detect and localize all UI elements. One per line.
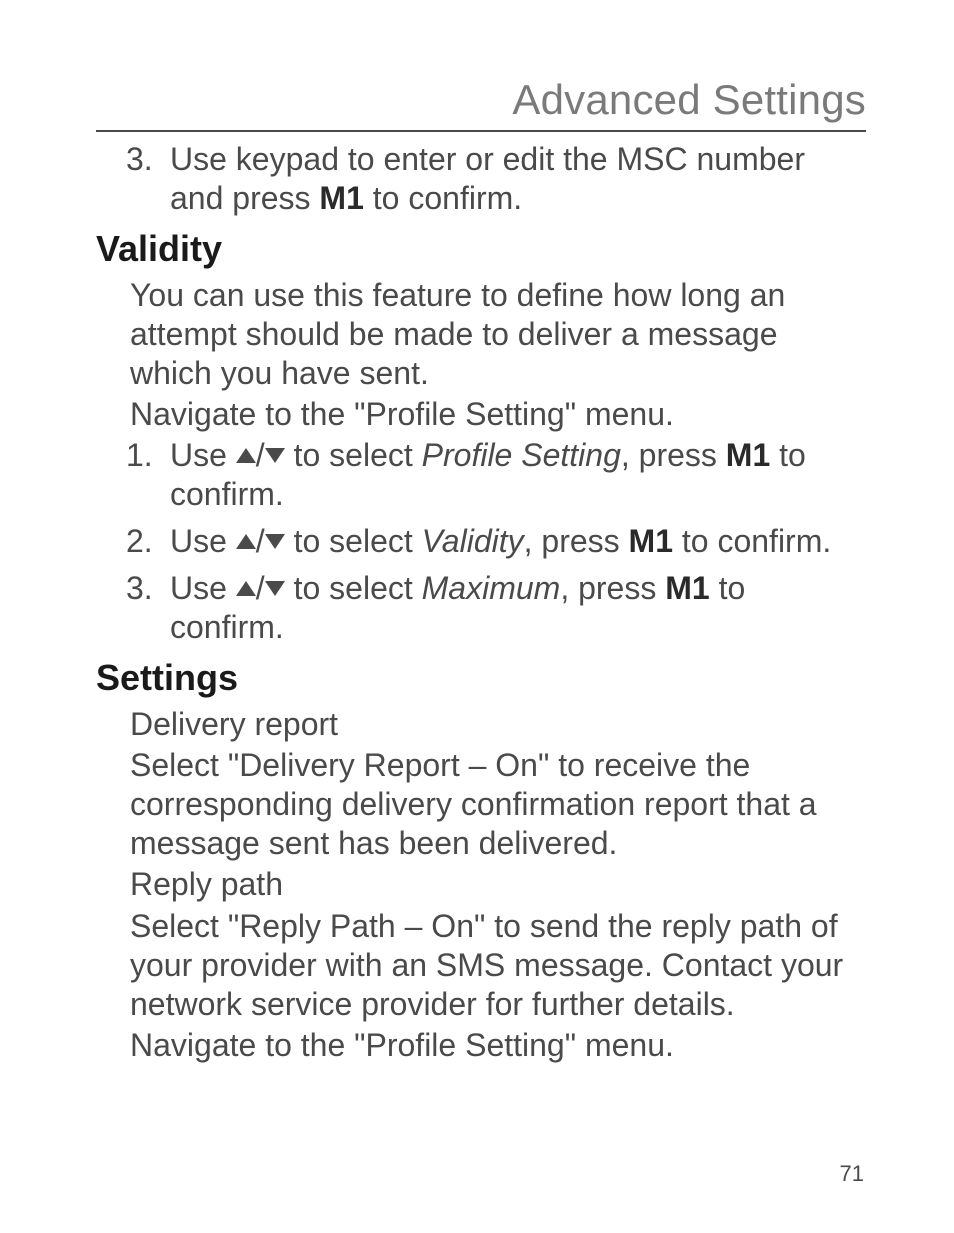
divider [96, 130, 866, 132]
key-m1: M1 [665, 570, 709, 606]
step-number: 2. [96, 522, 170, 561]
settings-sub2: Reply path [130, 865, 866, 904]
key-m1: M1 [319, 180, 363, 216]
step-text: Use / to select Maximum, press M1 to con… [170, 569, 866, 647]
text: , press [621, 437, 726, 473]
text: to select [285, 570, 422, 606]
chapter-row: Advanced Settings [96, 76, 866, 130]
validity-nav: Navigate to the "Profile Setting" menu. [130, 395, 866, 434]
down-arrow-icon [265, 448, 285, 463]
text: Use [170, 570, 236, 606]
up-arrow-icon [236, 448, 256, 463]
settings-body3: Navigate to the "Profile Setting" menu. [130, 1026, 866, 1065]
step-number: 3. [96, 569, 170, 647]
menu-name: Maximum [422, 570, 561, 606]
up-arrow-icon [236, 534, 256, 549]
text: , press [560, 570, 665, 606]
settings-body1: Select "Delivery Report – On" to receive… [130, 746, 866, 863]
down-arrow-icon [265, 581, 285, 596]
validity-step-1: 1. Use / to select Profile Setting, pres… [96, 436, 866, 514]
validity-step-3: 3. Use / to select Maximum, press M1 to … [96, 569, 866, 647]
menu-name: Validity [422, 523, 524, 559]
heading-validity: Validity [96, 228, 866, 270]
validity-body: You can use this feature to define how l… [130, 276, 866, 393]
settings-sub1: Delivery report [130, 705, 866, 744]
key-m1: M1 [726, 437, 770, 473]
key-m1: M1 [629, 523, 673, 559]
intro-step: 3. Use keypad to enter or edit the MSC n… [96, 140, 866, 218]
text: to select [285, 523, 422, 559]
heading-settings: Settings [96, 657, 866, 699]
step-text: Use / to select Profile Setting, press M… [170, 436, 866, 514]
text: , press [524, 523, 629, 559]
text: Use [170, 437, 236, 473]
page: Advanced Settings 3. Use keypad to enter… [0, 0, 954, 1233]
settings-body2: Select "Reply Path – On" to send the rep… [130, 907, 866, 1024]
step-text: Use / to select Validity, press M1 to co… [170, 522, 866, 561]
step-text: Use keypad to enter or edit the MSC numb… [170, 140, 866, 218]
up-arrow-icon [236, 581, 256, 596]
text: to confirm. [364, 180, 522, 216]
step-number: 1. [96, 436, 170, 514]
chapter-title: Advanced Settings [512, 76, 866, 123]
step-number: 3. [96, 140, 170, 218]
text: to confirm. [673, 523, 831, 559]
validity-step-2: 2. Use / to select Validity, press M1 to… [96, 522, 866, 561]
page-number: 71 [840, 1161, 864, 1187]
text: to select [285, 437, 422, 473]
down-arrow-icon [265, 534, 285, 549]
menu-name: Profile Setting [422, 437, 621, 473]
text: Use [170, 523, 236, 559]
